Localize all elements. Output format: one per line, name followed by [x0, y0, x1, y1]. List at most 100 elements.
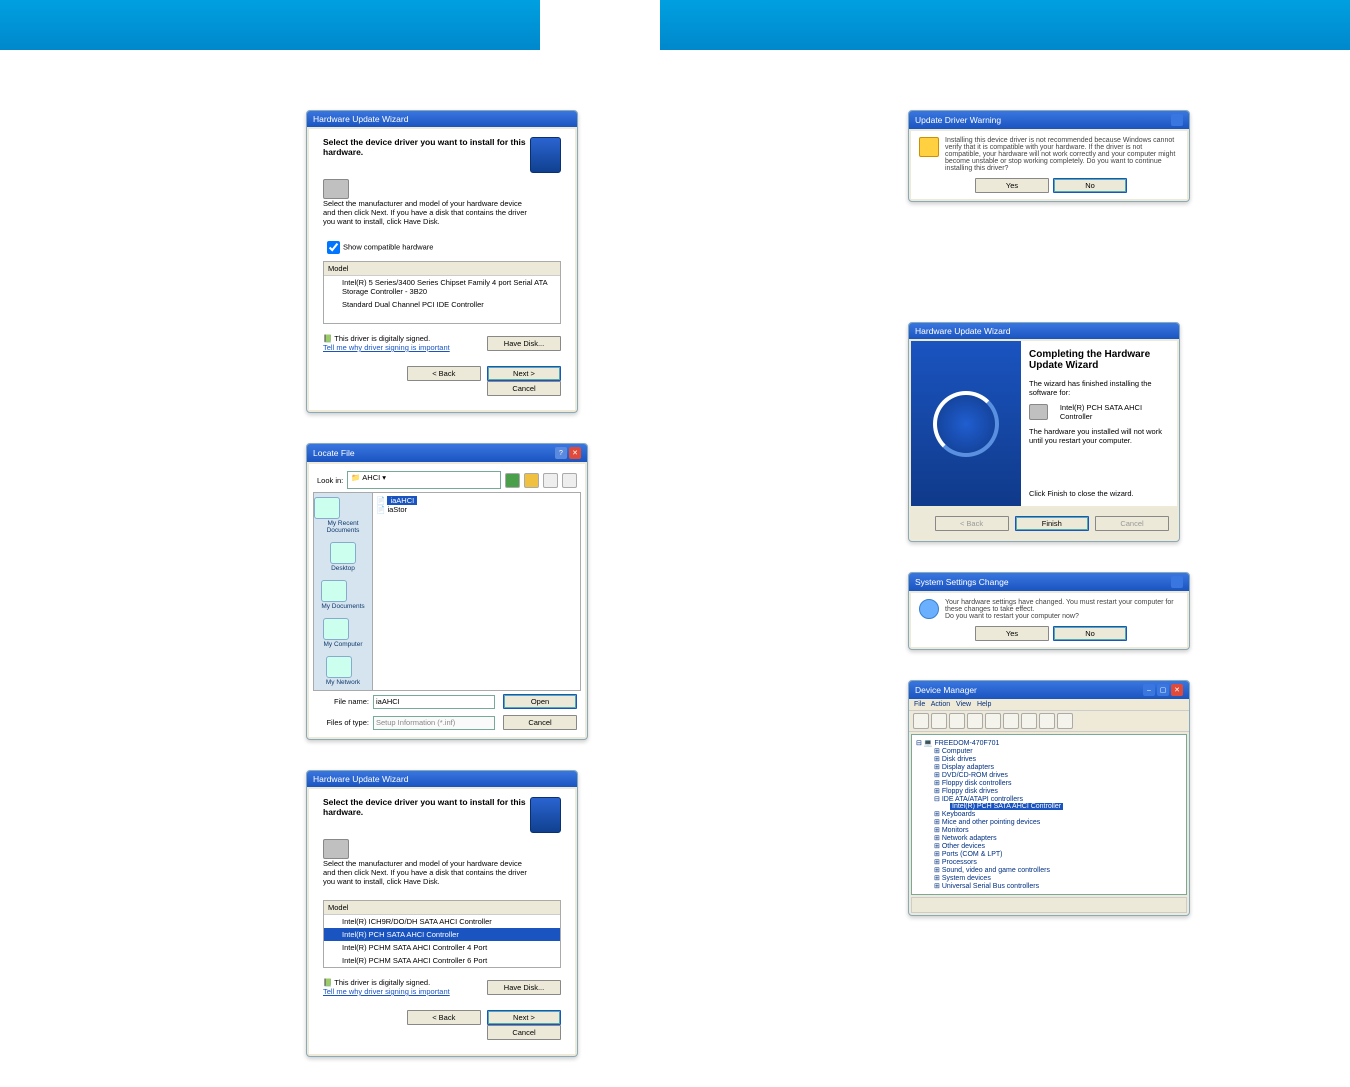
model-item[interactable]: Intel(R) PCHM SATA AHCI Controller 6 Por… [324, 954, 560, 967]
tree-node-expanded[interactable]: ⊟ IDE ATA/ATAPI controllers [916, 795, 1182, 803]
next-button[interactable]: Next > [487, 366, 561, 381]
back-icon[interactable] [505, 473, 520, 488]
model-item-selected[interactable]: Intel(R) PCH SATA AHCI Controller [324, 928, 560, 941]
filename-input[interactable] [373, 695, 495, 709]
minimize-icon[interactable]: – [1143, 684, 1155, 696]
completing-wizard: Hardware Update Wizard Completing the Ha… [908, 322, 1180, 542]
toolbar-button[interactable] [985, 713, 1001, 729]
close-icon[interactable]: ✕ [1171, 684, 1183, 696]
tree-root[interactable]: FREEDOM-470F701 [934, 740, 999, 747]
tree-node[interactable]: ⊞ Floppy disk controllers [916, 779, 1182, 787]
toolbar [909, 710, 1189, 732]
no-button[interactable]: No [1053, 626, 1127, 641]
signing-link[interactable]: Tell me why driver signing is important [323, 987, 450, 996]
signed-text: This driver is digitally signed. [334, 334, 430, 343]
next-button[interactable]: Next > [487, 1010, 561, 1025]
settings-text: Your hardware settings have changed. You… [945, 599, 1174, 613]
new-folder-icon[interactable] [543, 473, 558, 488]
model-item[interactable]: Standard Dual Channel PCI IDE Controller [324, 298, 560, 311]
toolbar-button[interactable] [913, 713, 929, 729]
menu-file[interactable]: File [914, 701, 925, 708]
open-button[interactable]: Open [503, 694, 577, 709]
views-icon[interactable] [562, 473, 577, 488]
hardware-update-wizard-2: Hardware Update Wizard Select the device… [306, 770, 578, 1057]
device-tree[interactable]: ⊟ 💻 FREEDOM-470F701 ⊞ Computer ⊞ Disk dr… [911, 734, 1187, 895]
warning-icon [919, 137, 939, 157]
places-item[interactable]: My Network [326, 656, 360, 686]
have-disk-button[interactable]: Have Disk... [487, 980, 561, 995]
filetype-dropdown[interactable] [373, 716, 495, 730]
tree-node[interactable]: ⊞ Monitors [916, 826, 1182, 834]
lookin-dropdown[interactable]: 📁 AHCI ▾ [347, 471, 501, 489]
tree-node[interactable]: ⊞ DVD/CD-ROM drives [916, 771, 1182, 779]
tree-node[interactable]: ⊞ Other devices [916, 842, 1182, 850]
places-item[interactable]: Desktop [330, 542, 356, 572]
tree-node[interactable]: ⊞ Processors [916, 858, 1182, 866]
tree-node[interactable]: ⊞ Display adapters [916, 763, 1182, 771]
tree-node[interactable]: ⊞ Network adapters [916, 834, 1182, 842]
window-title: System Settings Change [915, 577, 1009, 587]
toolbar-button[interactable] [967, 713, 983, 729]
tree-node[interactable]: ⊞ Sound, video and game controllers [916, 866, 1182, 874]
close-icon[interactable] [1171, 114, 1183, 126]
tree-node[interactable]: ⊞ System devices [916, 874, 1182, 882]
tree-node[interactable]: ⊞ Universal Serial Bus controllers [916, 882, 1182, 890]
back-button[interactable]: < Back [407, 1010, 481, 1025]
menu-action[interactable]: Action [931, 701, 950, 708]
menu-help[interactable]: Help [977, 701, 991, 708]
tree-leaf-selected[interactable]: Intel(R) PCH SATA AHCI Controller [916, 803, 1182, 810]
status-bar [911, 897, 1187, 913]
tree-node[interactable]: ⊞ Computer [916, 747, 1182, 755]
tree-node[interactable]: ⊞ Disk drives [916, 755, 1182, 763]
toolbar-button[interactable] [1021, 713, 1037, 729]
signing-link[interactable]: Tell me why driver signing is important [323, 343, 450, 352]
places-item[interactable]: My Recent Documents [314, 497, 372, 534]
menu-view[interactable]: View [956, 701, 971, 708]
model-list[interactable]: Model Intel(R) 5 Series/3400 Series Chip… [323, 261, 561, 324]
tree-node[interactable]: ⊞ Ports (COM & LPT) [916, 850, 1182, 858]
cancel-button[interactable]: Cancel [503, 715, 577, 730]
toolbar-button[interactable] [949, 713, 965, 729]
tree-node[interactable]: ⊞ Floppy disk drives [916, 787, 1182, 795]
help-icon[interactable]: ? [555, 447, 567, 459]
maximize-icon[interactable]: ▢ [1157, 684, 1169, 696]
toolbar-button[interactable] [1057, 713, 1073, 729]
toolbar-button[interactable] [931, 713, 947, 729]
no-button[interactable]: No [1053, 178, 1127, 193]
file-item[interactable]: 📄 iaStor [376, 505, 577, 514]
window-title: Locate File [313, 448, 355, 458]
show-compatible-checkbox[interactable] [327, 241, 340, 254]
model-item[interactable]: Intel(R) 5 Series/3400 Series Chipset Fa… [324, 276, 560, 298]
update-driver-warning: Update Driver Warning Installing this de… [908, 110, 1190, 202]
toolbar-button[interactable] [1039, 713, 1055, 729]
wizard-instruction: Select the manufacturer and model of you… [323, 859, 533, 886]
have-disk-button[interactable]: Have Disk... [487, 336, 561, 351]
window-title: Hardware Update Wizard [915, 326, 1010, 336]
cancel-button[interactable]: Cancel [487, 381, 561, 396]
device-manager: Device Manager –▢✕ File Action View Help… [908, 680, 1190, 916]
up-icon[interactable] [524, 473, 539, 488]
model-list[interactable]: Model Intel(R) ICH9R/DO/DH SATA AHCI Con… [323, 900, 561, 968]
menu-bar[interactable]: File Action View Help [909, 699, 1189, 710]
file-item[interactable]: 📄 iaAHCI [376, 496, 577, 505]
places-item[interactable]: My Computer [323, 618, 362, 648]
locate-file-dialog: Locate File ?✕ Look in: 📁 AHCI ▾ My Rece… [306, 443, 588, 740]
cancel-button[interactable]: Cancel [487, 1025, 561, 1040]
wizard-hero-icon [530, 137, 561, 173]
filename-label: File name: [317, 697, 369, 706]
back-button[interactable]: < Back [407, 366, 481, 381]
toolbar-button[interactable] [1003, 713, 1019, 729]
signed-text: This driver is digitally signed. [334, 978, 430, 987]
model-item[interactable]: Intel(R) ICH9R/DO/DH SATA AHCI Controlle… [324, 915, 560, 928]
yes-button[interactable]: Yes [975, 178, 1049, 193]
places-item[interactable]: My Documents [321, 580, 364, 610]
finish-button[interactable]: Finish [1015, 516, 1089, 531]
close-icon[interactable] [1171, 576, 1183, 588]
model-item[interactable]: Intel(R) PCHM SATA AHCI Controller 4 Por… [324, 941, 560, 954]
tree-node[interactable]: ⊞ Keyboards [916, 810, 1182, 818]
wizard-subtitle: Select the device driver you want to ins… [323, 797, 530, 817]
file-list[interactable]: 📄 iaAHCI 📄 iaStor [372, 492, 581, 691]
yes-button[interactable]: Yes [975, 626, 1049, 641]
close-icon[interactable]: ✕ [569, 447, 581, 459]
tree-node[interactable]: ⊞ Mice and other pointing devices [916, 818, 1182, 826]
